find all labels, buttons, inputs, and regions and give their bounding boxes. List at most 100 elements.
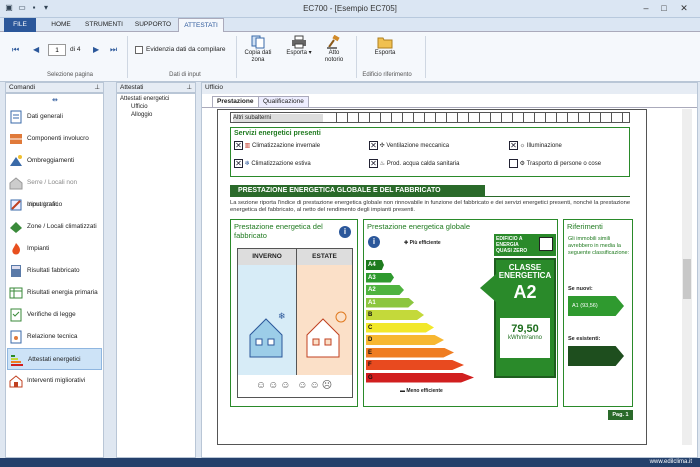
expand-icon[interactable]: ⇹ xyxy=(52,96,58,104)
radiator-icon: ▥ xyxy=(244,143,251,150)
export-reference-button[interactable]: Esporta xyxy=(370,35,400,57)
first-page-icon[interactable]: ⏮ xyxy=(12,45,19,55)
nuovi-value: A1 (93,56) xyxy=(568,296,624,316)
energy-class-bar-a1: A1 xyxy=(366,297,414,308)
page-input[interactable] xyxy=(48,44,66,56)
riferimenti-box: Riferimenti Gli immobili simili avrebber… xyxy=(563,219,633,407)
esistenti-value xyxy=(568,346,624,366)
command-zone-locali[interactable]: Zone / Locali climatizzati xyxy=(7,216,102,238)
maximize-icon[interactable]: □ xyxy=(656,2,672,15)
service-trasporto: ⚙ Trasporto di persone o cose xyxy=(509,159,601,170)
copy-zone-button[interactable]: Copia dati zona xyxy=(241,35,275,64)
ribbon-separator xyxy=(425,36,426,78)
energy-class-bar-b: B xyxy=(366,310,424,320)
next-page-icon[interactable]: ▶ xyxy=(93,45,99,54)
command-interventi[interactable]: Interventi migliorativi xyxy=(7,370,102,392)
command-verifiche-legge[interactable]: Verifiche di legge xyxy=(7,304,102,326)
command-input-grafico[interactable]: Input grafico xyxy=(7,194,102,216)
checkbox-checked[interactable]: ✕ xyxy=(369,159,378,168)
shade-icon xyxy=(10,155,22,166)
command-serre[interactable]: Serre / Locali non climatizzati xyxy=(7,172,102,208)
gavel-icon xyxy=(327,35,340,49)
subtab-qualificazione[interactable]: Qualificazione xyxy=(258,96,309,107)
tree-root[interactable]: Attestati energetici xyxy=(120,96,169,102)
checkbox-checked[interactable]: ✕ xyxy=(369,141,378,150)
minimize-icon[interactable]: – xyxy=(638,2,654,15)
printer-icon xyxy=(292,35,306,49)
certificate-page: Altri subalterni Servizi energetici pres… xyxy=(217,109,647,445)
tab-divider xyxy=(202,107,697,108)
command-attestati-energetici[interactable]: Attestati energetici xyxy=(7,348,102,370)
checkbox-unchecked[interactable] xyxy=(509,159,518,168)
command-ombreggiamenti[interactable]: Ombreggiamenti xyxy=(7,150,102,172)
checklist-icon xyxy=(10,308,22,322)
command-componenti-involucro[interactable]: Componenti involucro xyxy=(7,128,102,150)
tab-attestati[interactable]: ATTESTATI xyxy=(178,18,224,32)
notary-button[interactable]: Atto notorio xyxy=(320,35,348,64)
tree-item-alloggio[interactable]: Alloggio xyxy=(131,112,152,118)
servizi-title: Servizi energetici presenti xyxy=(234,130,321,137)
section-text: La sezione riporta l'indice di prestazio… xyxy=(230,200,631,213)
scrollbar-thumb[interactable] xyxy=(683,259,691,299)
document-panel-header: Ufficio xyxy=(202,83,697,94)
boiler-icon: ♨ xyxy=(379,161,386,168)
summer-panel xyxy=(296,265,352,375)
energy-class-bar-c: C xyxy=(366,322,434,333)
page-number: Pag. 1 xyxy=(608,410,633,420)
export-button[interactable]: Esporta ▾ xyxy=(284,35,314,57)
ep-value-box: 79,50 kWh/m²anno xyxy=(500,318,550,358)
ep-unit: kWh/m²anno xyxy=(507,335,542,341)
prev-page-icon[interactable]: ◀ xyxy=(33,45,39,54)
inverno-label: INVERNO xyxy=(238,249,296,265)
attestati-tree: Attestati energetici Ufficio Alloggio xyxy=(116,93,196,458)
energy-class-bar-a3: A3 xyxy=(366,272,394,283)
checkbox-checked[interactable]: ✕ xyxy=(234,141,243,150)
info-icon[interactable]: i xyxy=(339,226,351,238)
info-icon[interactable]: i xyxy=(368,236,380,248)
command-risultati-energia[interactable]: Risultati energia primaria xyxy=(7,282,102,304)
document-icon xyxy=(10,110,22,124)
commands-panel: ⇹ Dati generali Componenti involucro Omb… xyxy=(5,93,104,458)
pencil-icon xyxy=(10,199,22,211)
zones-icon xyxy=(10,222,22,233)
status-link[interactable]: www.edilclima.it xyxy=(650,459,692,465)
energy-class-bar-g: G xyxy=(366,372,474,383)
tab-supporto[interactable]: SUPPORTO xyxy=(130,18,176,32)
vertical-scrollbar[interactable] xyxy=(682,109,692,445)
winter-house-icon: ❄ xyxy=(249,311,286,358)
bulb-icon: ☼ xyxy=(519,143,526,150)
group-label-nav: Selezione pagina xyxy=(46,72,94,78)
pin-icon[interactable]: ⊥ xyxy=(186,83,192,93)
class-label: CLASSE ENERGETICA xyxy=(498,263,552,280)
subtab-prestazione[interactable]: Prestazione xyxy=(212,96,259,107)
nzeb-checkbox[interactable] xyxy=(539,237,553,251)
last-page-icon[interactable]: ⏭ xyxy=(110,45,117,55)
section-title: PRESTAZIONE ENERGETICA GLOBALE E DEL FAB… xyxy=(230,185,485,196)
estate-label: ESTATE xyxy=(296,249,352,265)
tab-file[interactable]: FILE xyxy=(4,18,36,32)
tab-home[interactable]: HOME xyxy=(44,18,78,32)
highlight-checkbox[interactable] xyxy=(135,46,143,54)
close-icon[interactable]: ✕ xyxy=(676,2,692,15)
ep-value: 79,50 xyxy=(511,323,539,335)
command-dati-generali[interactable]: Dati generali xyxy=(7,106,102,128)
command-risultati-fabbricato[interactable]: Risultati fabbricato xyxy=(7,260,102,282)
checkbox-checked[interactable]: ✕ xyxy=(234,159,243,168)
tree-item-ufficio[interactable]: Ufficio xyxy=(131,104,148,110)
class-arrow xyxy=(480,274,496,302)
wall-icon xyxy=(10,134,22,144)
checkbox-checked[interactable]: ✕ xyxy=(509,141,518,150)
flame-icon xyxy=(12,243,20,255)
energy-class-bar-f: F xyxy=(366,360,464,370)
command-impianti[interactable]: Impianti xyxy=(7,238,102,260)
command-relazione-tecnica[interactable]: Relazione tecnica xyxy=(7,326,102,348)
folder-icon xyxy=(377,37,393,49)
tab-strumenti[interactable]: STRUMENTI xyxy=(80,18,128,32)
service-acqua-calda: ✕ ♨ Prod. acqua calda sanitaria xyxy=(369,159,460,168)
season-panel: INVERNO ESTATE ❄ ☺☺☺ ☺☺☹ xyxy=(237,248,353,398)
subalterni-cells[interactable] xyxy=(326,113,629,122)
fabbricato-box: Prestazione energetica del fabbricato i … xyxy=(230,219,358,407)
piu-efficiente-label: ✚ Più efficiente xyxy=(404,240,441,246)
pin-icon[interactable]: ⊥ xyxy=(94,83,100,93)
energy-certificate-icon xyxy=(11,355,23,366)
